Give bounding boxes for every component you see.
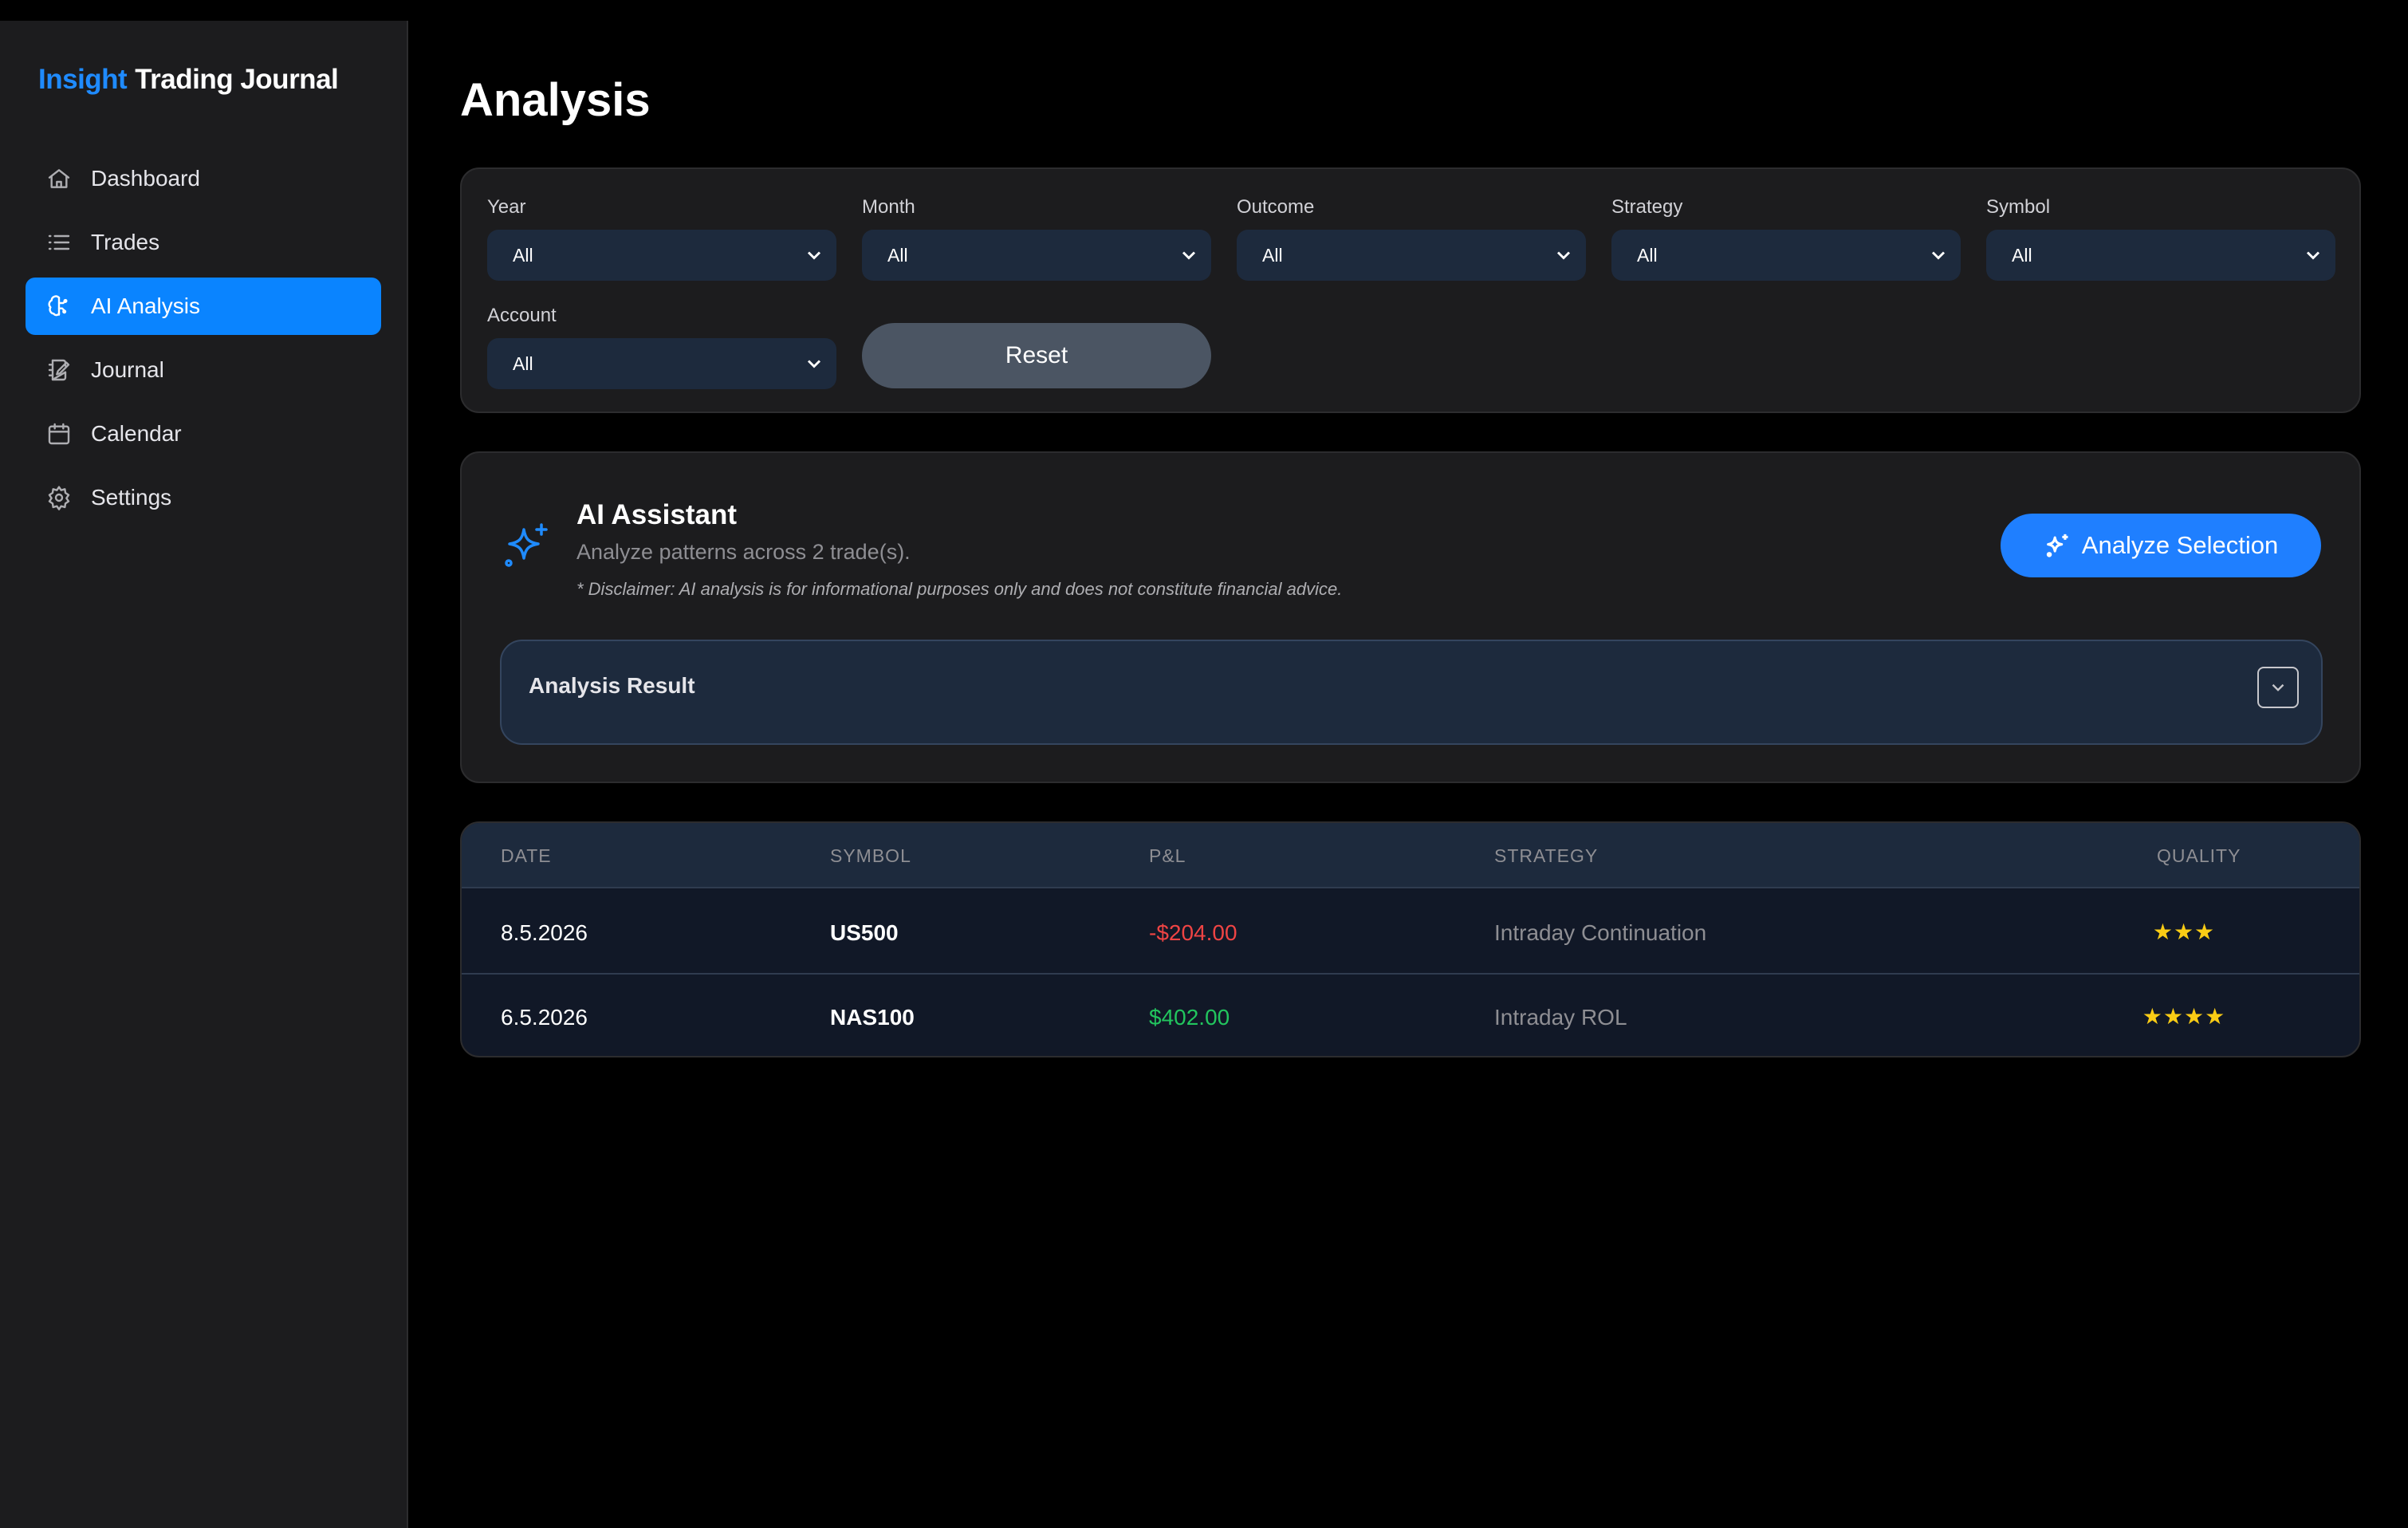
trade-pnl: $402.00 (1149, 1005, 1230, 1030)
sparkles-icon (500, 520, 553, 573)
outcome-select-value: All (1262, 244, 1283, 266)
sidebar-item-trades[interactable]: Trades (26, 214, 381, 271)
account-select-value: All (513, 352, 533, 374)
column-header-pnl[interactable]: P&L (1149, 845, 1186, 867)
trades-table: DATE SYMBOL P&L STRATEGY QUALITY 8.5.202… (460, 821, 2361, 1057)
ai-assistant-subtitle: Analyze patterns across 2 trade(s). (576, 540, 911, 564)
chevron-down-icon (2306, 251, 2320, 260)
brand-name-text: Trading Journal (135, 64, 339, 95)
column-header-strategy[interactable]: STRATEGY (1494, 845, 1598, 867)
table-row[interactable]: 6.5.2026 NAS100 $402.00 Intraday ROL ★★★… (462, 975, 2359, 1056)
trade-date: 6.5.2026 (501, 1005, 588, 1030)
year-select-value: All (513, 244, 533, 266)
expand-result-toggle[interactable] (2257, 667, 2299, 708)
brain-icon (45, 292, 73, 321)
symbol-select[interactable]: All (1986, 230, 2335, 281)
strategy-filter-label: Strategy (1611, 196, 1683, 218)
sidebar-item-label: Dashboard (91, 166, 200, 191)
sidebar-item-settings[interactable]: Settings (26, 469, 381, 526)
sidebar-item-label: Journal (91, 357, 164, 382)
sidebar-item-label: AI Analysis (91, 293, 200, 318)
sidebar-item-journal[interactable]: Journal (26, 341, 381, 399)
table-header: DATE SYMBOL P&L STRATEGY QUALITY (462, 823, 2359, 888)
reset-button[interactable]: Reset (862, 323, 1211, 388)
chevron-down-icon (807, 360, 821, 368)
app-logo[interactable]: Insight Trading Journal (38, 64, 339, 96)
quality-stars: ★★★ (2152, 920, 2216, 944)
quality-stars: ★★★★ (2142, 1004, 2226, 1029)
table-row[interactable]: 8.5.2026 US500 -$204.00 Intraday Continu… (462, 890, 2359, 975)
year-filter-label: Year (487, 196, 526, 218)
sidebar-nav: Dashboard Trades AI Analysis Journal Cal… (26, 150, 381, 533)
trade-symbol: NAS100 (830, 1005, 915, 1030)
month-filter-label: Month (862, 196, 915, 218)
analyze-selection-button[interactable]: Analyze Selection (2001, 514, 2321, 577)
month-select[interactable]: All (862, 230, 1211, 281)
chevron-down-icon (2272, 683, 2284, 691)
column-header-symbol[interactable]: SYMBOL (830, 845, 911, 867)
home-icon (45, 164, 73, 193)
sidebar-item-label: Trades (91, 230, 160, 254)
strategy-filter: Strategy All (1611, 196, 1961, 281)
ai-assistant-panel: AI Assistant Analyze patterns across 2 t… (460, 451, 2361, 783)
list-icon (45, 228, 73, 257)
sidebar: Insight Trading Journal Dashboard Trades … (0, 21, 408, 1528)
account-filter: Account All (487, 305, 836, 389)
sparkles-icon (2046, 534, 2068, 557)
outcome-select[interactable]: All (1237, 230, 1586, 281)
brand-accent-text: Insight (38, 64, 128, 95)
gear-icon (45, 483, 73, 512)
symbol-filter-label: Symbol (1986, 196, 2051, 218)
trade-strategy: Intraday Continuation (1494, 920, 1707, 945)
month-select-value: All (887, 244, 908, 266)
filter-panel: Year All Month All Outcome All Strategy … (460, 167, 2361, 413)
ai-assistant-title: AI Assistant (576, 499, 737, 530)
chevron-down-icon (807, 251, 821, 260)
chevron-down-icon (1556, 251, 1571, 260)
chevron-down-icon (1931, 251, 1946, 260)
symbol-select-value: All (2012, 244, 2032, 266)
chevron-down-icon (1182, 251, 1196, 260)
outcome-filter-label: Outcome (1237, 196, 1315, 218)
symbol-filter: Symbol All (1986, 196, 2335, 281)
strategy-select[interactable]: All (1611, 230, 1961, 281)
column-header-date[interactable]: DATE (501, 845, 552, 867)
outcome-filter: Outcome All (1237, 196, 1586, 281)
sidebar-item-calendar[interactable]: Calendar (26, 405, 381, 463)
analyze-selection-label: Analyze Selection (2081, 531, 2279, 559)
sidebar-item-ai-analysis[interactable]: AI Analysis (26, 278, 381, 335)
account-filter-label: Account (487, 305, 557, 326)
sidebar-item-dashboard[interactable]: Dashboard (26, 150, 381, 207)
account-select[interactable]: All (487, 338, 836, 389)
sidebar-item-label: Calendar (91, 421, 182, 446)
calendar-icon (45, 419, 73, 448)
strategy-select-value: All (1637, 244, 1658, 266)
column-header-quality[interactable]: QUALITY (2157, 845, 2241, 867)
trade-strategy: Intraday ROL (1494, 1005, 1627, 1030)
trade-symbol: US500 (830, 920, 899, 945)
notebook-icon (45, 356, 73, 384)
month-filter: Month All (862, 196, 1211, 281)
page-title: Analysis (460, 74, 651, 126)
year-select[interactable]: All (487, 230, 836, 281)
analysis-result-panel[interactable]: Analysis Result (500, 640, 2323, 745)
sidebar-item-label: Settings (91, 485, 172, 510)
top-bar (0, 0, 2408, 21)
analysis-result-title: Analysis Result (529, 673, 695, 698)
trade-date: 8.5.2026 (501, 920, 588, 945)
trade-pnl: -$204.00 (1149, 920, 1237, 945)
ai-disclaimer: * Disclaimer: AI analysis is for informa… (576, 579, 1343, 599)
year-filter: Year All (487, 196, 836, 281)
